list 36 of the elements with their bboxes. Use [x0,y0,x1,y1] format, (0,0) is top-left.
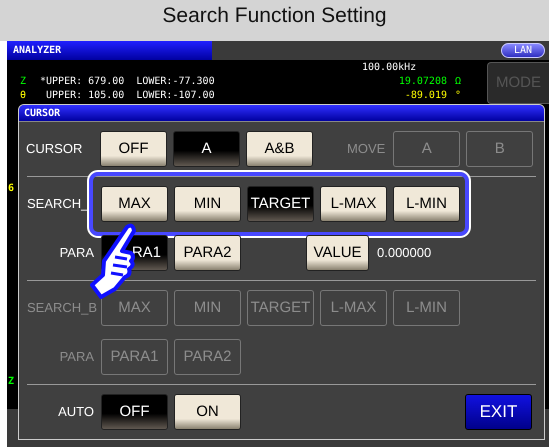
unit-text: Ω [455,75,462,89]
unit-text: ° [455,89,462,103]
option-button[interactable]: L-MAX [320,186,387,222]
side-mark: 6 [8,182,14,196]
value-text: 0.000000 [377,244,432,262]
row-label: SEARCH_ [27,195,90,214]
option-button[interactable]: A [173,131,240,167]
row-label: AUTO [57,403,94,422]
option-button[interactable]: PARA2 [174,235,241,271]
option-button[interactable]: L-MIN [393,186,460,222]
parameter-label: θ [20,89,28,103]
limit-text: UPPER: 105.00 LOWER:-107.00 [45,89,215,103]
reading-text: 19.07208 [398,75,447,89]
parameter-label: Z [20,75,28,89]
frequency-text: 100.00kHz [362,61,418,75]
row-label: SEARCH_B [27,299,94,318]
option-button[interactable]: MIN [174,186,241,222]
option-button[interactable]: MAX [101,186,168,222]
option-button[interactable]: OFF [101,394,168,430]
dialog-title: CURSOR [24,106,60,120]
side-mark: Z [8,375,14,389]
limit-text: *UPPER: 679.00 LOWER:-77.300 [40,75,215,89]
option-button[interactable]: OFF [100,131,167,167]
exit-button[interactable]: EXIT [465,394,532,430]
reading-text: -89.019 [404,89,447,103]
value-button[interactable]: VALUE [306,235,369,271]
row-label: CURSOR [26,140,84,158]
move-label: MOVE [347,140,386,158]
row-label: PARA [58,244,94,262]
lan-badge: LAN [500,43,545,58]
option-button[interactable]: TARGET [247,186,314,222]
row-label: PARA [58,348,94,366]
option-button[interactable]: ON [174,394,241,430]
panel-title: ANALYZER [13,44,62,58]
option-button[interactable]: A&B [246,131,313,167]
screen-title: Search Function Setting [162,4,387,29]
